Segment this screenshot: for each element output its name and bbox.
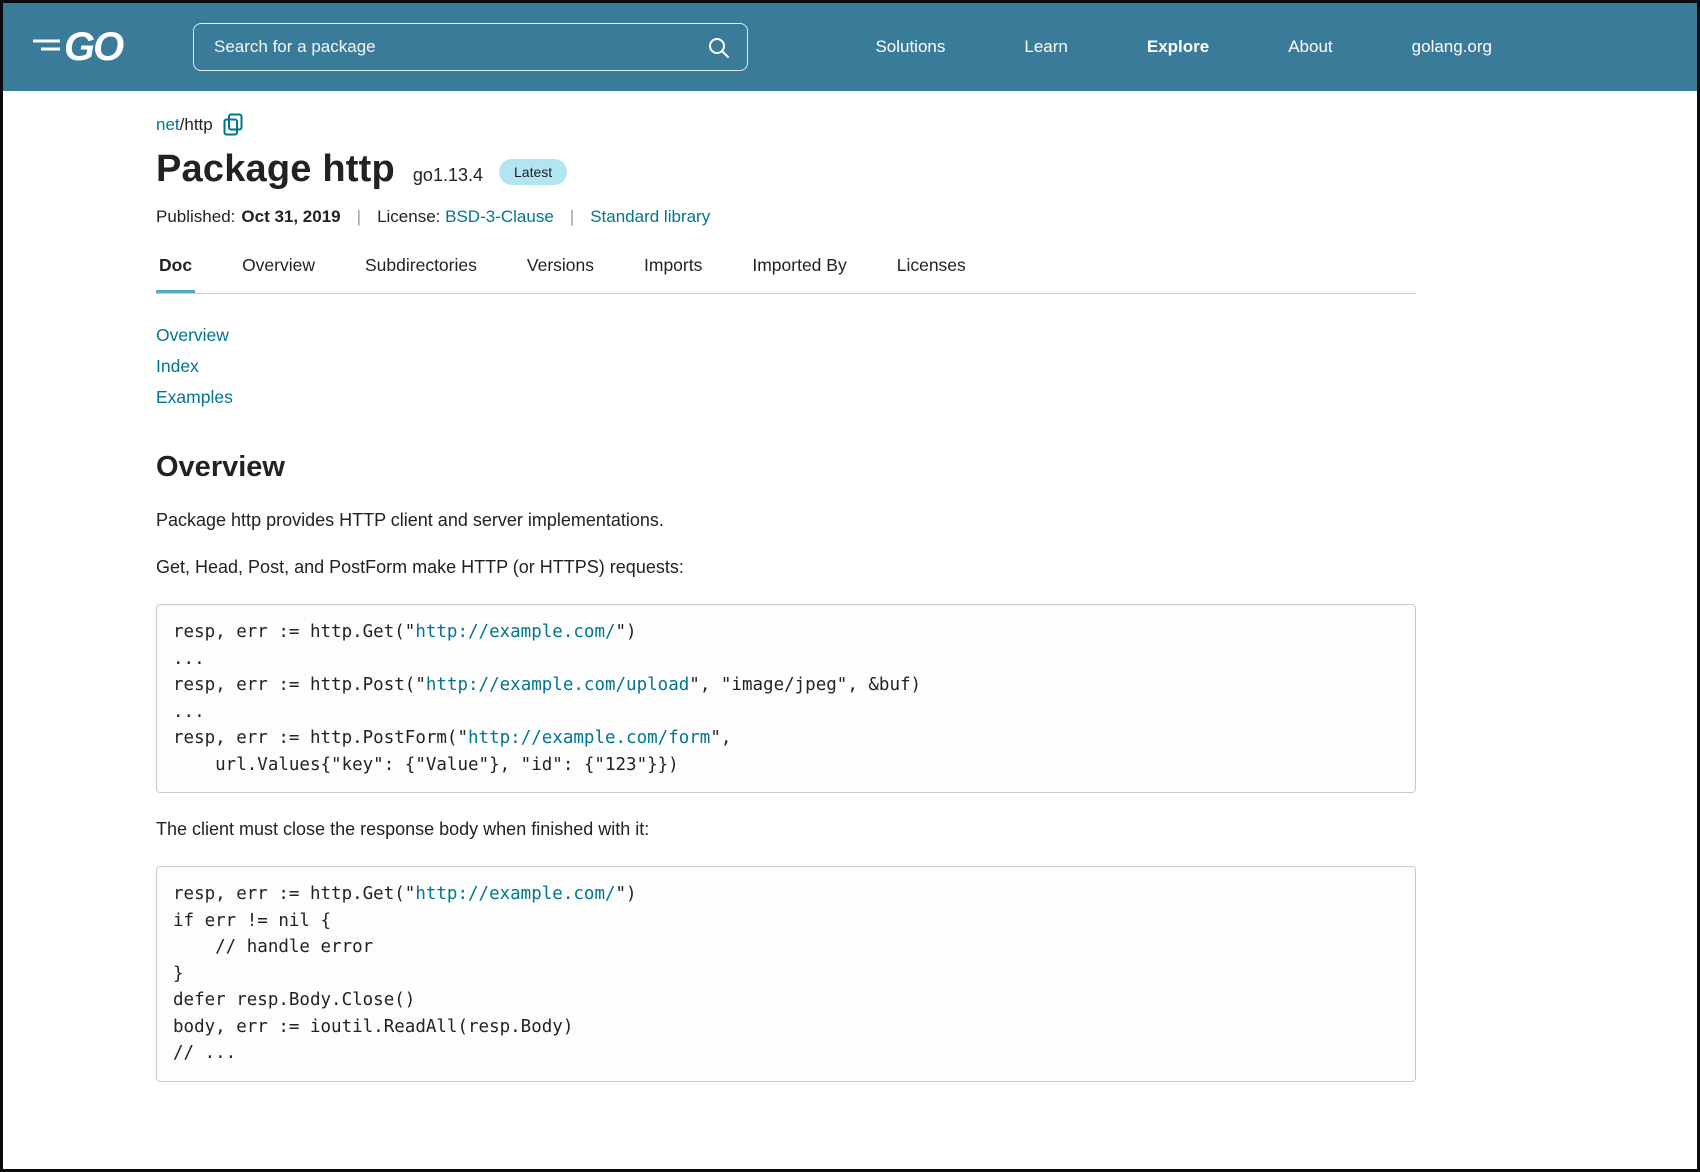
code-text: resp, err := http.Get(" — [173, 884, 415, 904]
code-text: ... — [173, 702, 205, 722]
published-date: Oct 31, 2019 — [241, 207, 340, 227]
go-logo-icon: GO — [33, 24, 145, 70]
code-text: // handle error — [173, 937, 373, 957]
code-url-link[interactable]: http://example.com/ — [415, 622, 615, 642]
tab-licenses[interactable]: Licenses — [894, 255, 969, 293]
code-text: if err != nil { — [173, 911, 331, 931]
code-url-link[interactable]: http://example.com/upload — [426, 675, 689, 695]
code-text: body, err := ioutil.ReadAll(resp.Body) — [173, 1017, 573, 1037]
toc-link-index[interactable]: Index — [156, 351, 199, 382]
overview-heading: Overview — [156, 451, 1416, 484]
stdlib-link[interactable]: Standard library — [590, 207, 710, 227]
tab-versions[interactable]: Versions — [524, 255, 597, 293]
toc: Overview Index Examples — [156, 320, 1416, 413]
latest-badge[interactable]: Latest — [499, 159, 567, 185]
tab-imports[interactable]: Imports — [641, 255, 705, 293]
tabs-bar: Doc Overview Subdirectories Versions Imp… — [156, 255, 1416, 294]
toc-link-examples[interactable]: Examples — [156, 382, 233, 413]
code-text: resp, err := http.Get(" — [173, 622, 415, 642]
nav-learn[interactable]: Learn — [1024, 37, 1067, 57]
code-text: ", "image/jpeg", &buf) — [689, 675, 921, 695]
copy-path-icon[interactable] — [223, 113, 243, 136]
overview-paragraph-3: The client must close the response body … — [156, 819, 1416, 840]
header-nav: Solutions Learn Explore About golang.org — [875, 37, 1697, 57]
svg-text:GO: GO — [64, 25, 124, 69]
code-text: ") — [616, 884, 637, 904]
code-url-link[interactable]: http://example.com/ — [415, 884, 615, 904]
meta-row: Published: Oct 31, 2019 | License: BSD-3… — [156, 207, 1416, 227]
code-block-close-body: resp, err := http.Get("http://example.co… — [156, 866, 1416, 1082]
search-input[interactable] — [194, 24, 747, 70]
code-text: resp, err := http.PostForm(" — [173, 728, 468, 748]
code-text: resp, err := http.Post(" — [173, 675, 426, 695]
breadcrumb-link-net[interactable]: net — [156, 115, 180, 135]
code-url-link[interactable]: http://example.com/form — [468, 728, 710, 748]
tab-imported-by[interactable]: Imported By — [749, 255, 849, 293]
tab-subdirectories[interactable]: Subdirectories — [362, 255, 480, 293]
version-label: go1.13.4 — [413, 165, 483, 186]
code-text: // ... — [173, 1043, 236, 1063]
search-box — [193, 23, 748, 71]
code-text: } — [173, 964, 184, 984]
code-text: ... — [173, 649, 205, 669]
nav-explore[interactable]: Explore — [1147, 37, 1209, 57]
breadcrumb: net/http — [156, 113, 1416, 136]
page: GO Solutions Learn Explore About golang.… — [0, 0, 1700, 1172]
published-label: Published: — [156, 207, 235, 227]
search-icon[interactable] — [707, 36, 731, 60]
license-label: License: — [377, 207, 440, 227]
toc-link-overview[interactable]: Overview — [156, 320, 229, 351]
code-text: defer resp.Body.Close() — [173, 990, 415, 1010]
nav-golang-org[interactable]: golang.org — [1412, 37, 1492, 57]
code-text: url.Values{"key": {"Value"}, "id": {"123… — [173, 755, 679, 775]
title-row: Package http go1.13.4 Latest — [156, 148, 1416, 191]
license-link[interactable]: BSD-3-Clause — [445, 207, 554, 227]
page-title: Package http — [156, 148, 395, 191]
code-text: ") — [616, 622, 637, 642]
main-content: net/http Package http go1.13.4 Latest Pu… — [156, 113, 1416, 1082]
header: GO Solutions Learn Explore About golang.… — [3, 3, 1697, 91]
code-text: ", — [710, 728, 731, 748]
nav-solutions[interactable]: Solutions — [875, 37, 945, 57]
overview-paragraph-1: Package http provides HTTP client and se… — [156, 510, 1416, 531]
nav-about[interactable]: About — [1288, 37, 1332, 57]
overview-paragraph-2: Get, Head, Post, and PostForm make HTTP … — [156, 557, 1416, 578]
go-logo[interactable]: GO — [33, 24, 145, 70]
code-block-requests: resp, err := http.Get("http://example.co… — [156, 604, 1416, 793]
meta-separator: | — [570, 207, 574, 227]
meta-separator: | — [357, 207, 361, 227]
tab-overview[interactable]: Overview — [239, 255, 318, 293]
tab-doc[interactable]: Doc — [156, 255, 195, 293]
breadcrumb-current: http — [184, 115, 212, 135]
